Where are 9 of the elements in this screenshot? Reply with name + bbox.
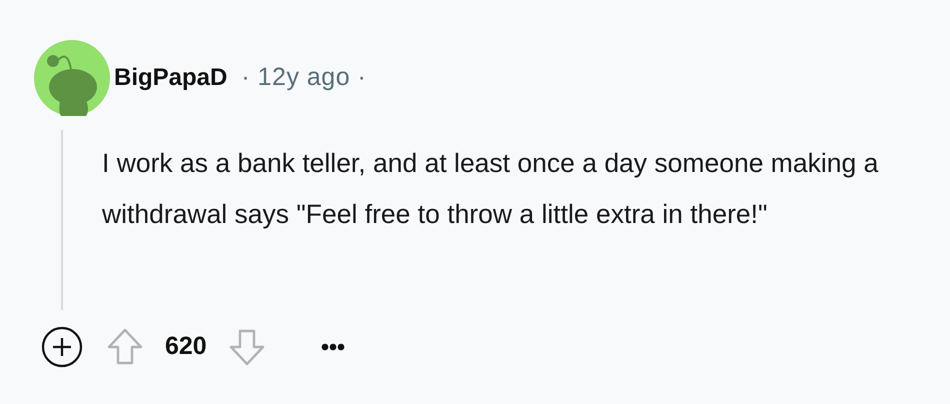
expand-icon[interactable]	[41, 326, 83, 368]
username[interactable]: BigPapaD	[114, 60, 228, 96]
avatar[interactable]	[34, 40, 110, 116]
downvote-icon[interactable]	[228, 328, 265, 366]
upvote-icon[interactable]	[107, 328, 143, 366]
timestamp: · 12y ago ·	[241, 62, 366, 94]
vote-count: 620	[165, 331, 207, 362]
more-icon[interactable]	[320, 343, 345, 351]
comment-text: I work as a bank teller, and at least once a day someone making a withdrawal says "Feel free to throw a little extra in there!"	[102, 147, 880, 231]
